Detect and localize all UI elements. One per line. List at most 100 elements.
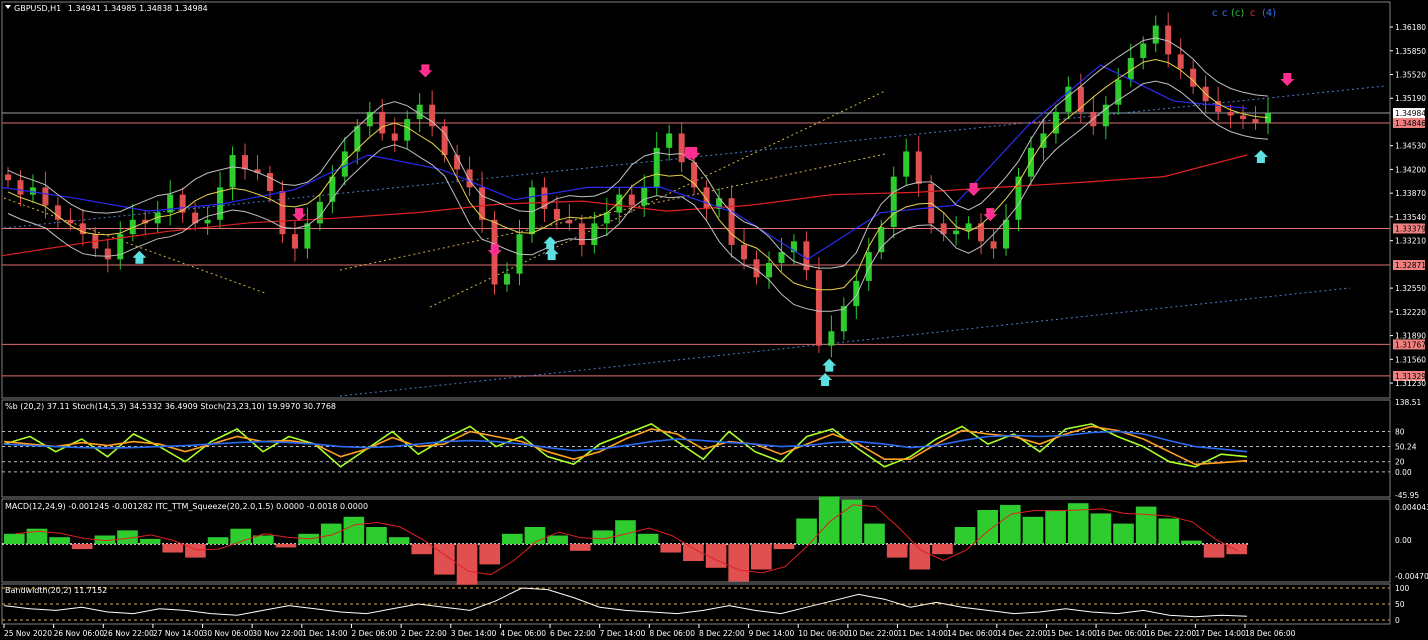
candle-body — [953, 230, 960, 235]
time-axis-label: 26 Nov 06:00 — [54, 629, 105, 638]
time-axis-label: 30 Nov 06:00 — [203, 629, 254, 638]
macd-histogram-bar — [1158, 518, 1180, 544]
price-axis-label: 1.31560 — [1395, 355, 1426, 364]
macd-histogram-bar — [569, 544, 591, 551]
candle-body — [291, 234, 298, 249]
macd-axis-label: -0.004703 — [1395, 572, 1428, 581]
price-axis-label: 1.34530 — [1395, 142, 1426, 151]
candle-body — [167, 194, 174, 213]
candle-body — [828, 331, 835, 346]
macd-histogram-bar — [366, 527, 387, 544]
time-axis-label: 9 Dec 14:00 — [749, 629, 795, 638]
candle-body — [566, 219, 573, 224]
price-axis-label: 1.35850 — [1395, 47, 1426, 56]
price-axis-label: 1.36180 — [1395, 23, 1426, 32]
candle-body — [104, 248, 111, 260]
time-axis-label: 8 Dec 06:00 — [649, 629, 695, 638]
macd-histogram-bar — [1045, 510, 1066, 544]
candle-body — [1177, 54, 1184, 69]
candle-body — [591, 223, 598, 245]
time-axis-label: 10 Dec 22:00 — [848, 629, 899, 638]
price-tag-text: 1.34984 — [1395, 109, 1426, 118]
macd-histogram-bar — [547, 535, 568, 544]
candle-body — [416, 104, 423, 120]
macd-histogram-bar — [1022, 516, 1044, 544]
candle-body — [404, 119, 411, 141]
candle-body — [1152, 25, 1159, 44]
time-axis-label: 10 Dec 06:00 — [798, 629, 849, 638]
candle-body — [1027, 147, 1034, 177]
oscillator-axis-label: 50.24 — [1395, 442, 1417, 451]
candle-body — [765, 262, 772, 278]
candle-body — [354, 126, 361, 152]
candle-body — [67, 219, 74, 224]
macd-histogram-bar — [932, 544, 953, 555]
price-axis-label: 1.33540 — [1395, 213, 1426, 222]
time-axis-label: 18 Dec 06:00 — [1245, 629, 1296, 638]
candle-body — [1265, 113, 1271, 123]
candle-body — [304, 223, 311, 249]
price-tag-text: 1.32871 — [1395, 261, 1426, 270]
candle-body — [504, 273, 511, 285]
macd-histogram-bar — [1203, 544, 1225, 558]
wave-label-4: (4) — [1262, 8, 1276, 19]
macd-histogram-bar — [886, 544, 908, 558]
price-axis-label: 1.35190 — [1395, 94, 1426, 103]
candle-body — [1003, 219, 1010, 249]
macd-histogram-bar — [479, 544, 500, 565]
time-axis-label: 27 Nov 14:00 — [153, 629, 204, 638]
candle-body — [990, 241, 997, 249]
candle-body — [815, 270, 822, 346]
time-axis-label: 16 Dec 06:00 — [1096, 629, 1147, 638]
bandwidth-panel — [1, 583, 1391, 625]
time-axis-label: 6 Dec 22:00 — [550, 629, 596, 638]
time-axis-label: 7 Dec 14:00 — [600, 629, 646, 638]
candle-body — [1215, 101, 1222, 112]
wave-label-c2: c — [1222, 8, 1228, 19]
oscillator-axis-label: 0.00 — [1395, 468, 1412, 477]
macd-histogram-bar — [162, 544, 184, 553]
candle-body — [42, 187, 49, 206]
time-axis-label: 14 Dec 22:00 — [997, 629, 1048, 638]
macd-histogram-bar — [751, 544, 772, 570]
price-axis-label: 1.32550 — [1395, 284, 1426, 293]
macd-histogram-bar — [275, 544, 297, 548]
candle-body — [890, 176, 897, 227]
candle-body — [653, 147, 660, 188]
candle-body — [379, 111, 386, 134]
candle-body — [728, 198, 735, 245]
time-axis-label: 1 Dec 14:00 — [302, 629, 348, 638]
oscillator-axis-label: 80 — [1395, 427, 1405, 436]
macd-histogram-bar — [1135, 506, 1157, 544]
time-axis-label: 30 Nov 22:00 — [252, 629, 303, 638]
oscillator-axis-label: -45.95 — [1395, 491, 1419, 500]
macd-histogram-bar — [1181, 540, 1202, 544]
bandwidth-axis-label: 100 — [1395, 584, 1410, 593]
candle-body — [17, 180, 24, 195]
bandwidth-axis-label: 0 — [1395, 616, 1400, 625]
candle-body — [1252, 119, 1259, 123]
macd-axis-label: 0.00 — [1395, 536, 1412, 545]
oscillator-axis-label: 138.51 — [1395, 398, 1421, 407]
time-axis-label: 15 Dec 14:00 — [1046, 629, 1097, 638]
price-axis-label: 1.34200 — [1395, 165, 1426, 174]
macd-histogram-bar — [71, 544, 93, 550]
time-axis-label: 25 Nov 2020 — [4, 629, 52, 638]
candle-body — [1227, 111, 1234, 116]
wave-label-c4: c — [1250, 8, 1256, 19]
candle-body — [229, 155, 236, 188]
macd-histogram-bar — [818, 496, 840, 544]
price-tag-text: 1.34846 — [1395, 119, 1426, 128]
candle-body — [878, 226, 885, 253]
macd-histogram-bar — [864, 523, 885, 544]
candle-body — [666, 133, 673, 148]
candle-body — [965, 223, 972, 231]
oscillator-panel — [1, 399, 1391, 498]
time-axis-label: 17 Dec 14:00 — [1195, 629, 1246, 638]
macd-histogram-bar — [954, 527, 976, 544]
time-axis-label: 2 Dec 22:00 — [401, 629, 447, 638]
macd-histogram-bar — [388, 537, 410, 544]
macd-histogram-bar — [502, 533, 523, 544]
candle-body — [703, 187, 710, 209]
price-axis-label: 1.31230 — [1395, 379, 1426, 388]
